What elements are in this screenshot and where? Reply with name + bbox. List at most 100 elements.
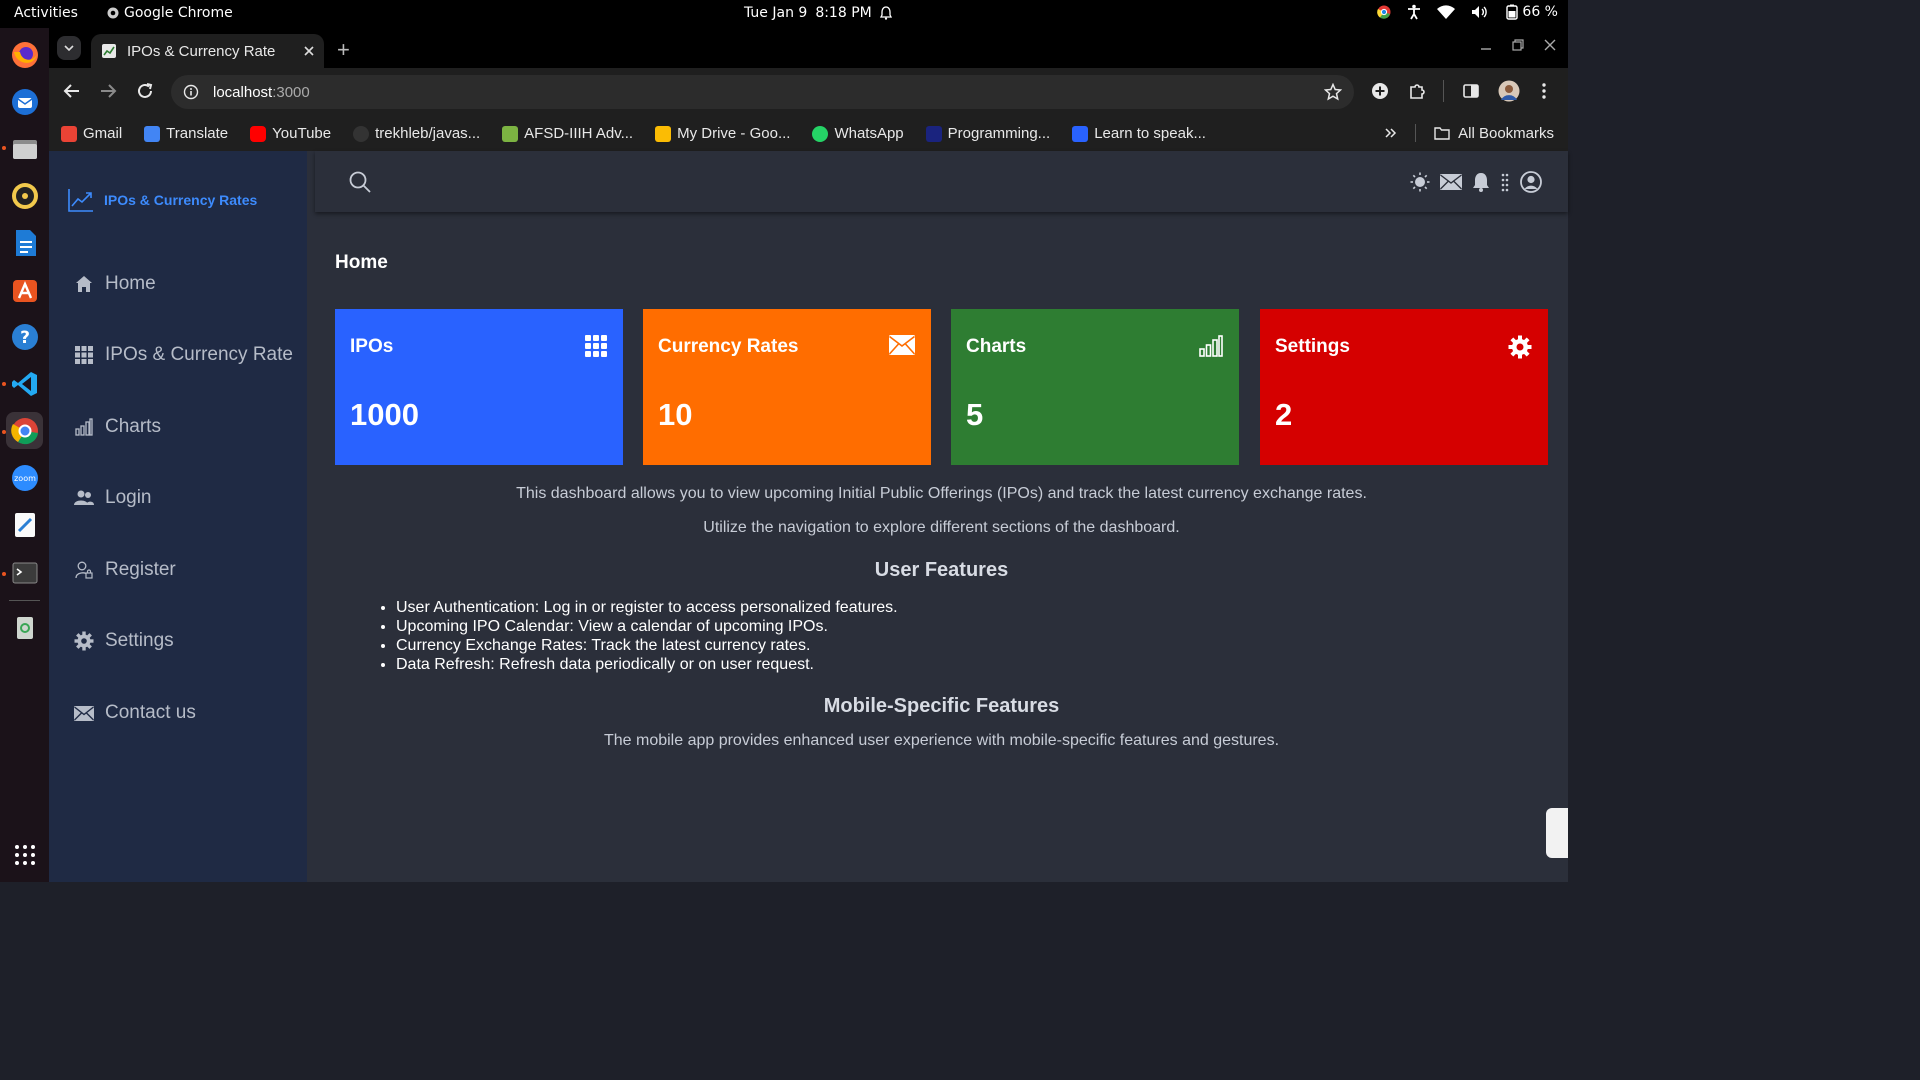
card-currency-rates[interactable]: Currency Rates 10 bbox=[643, 309, 931, 465]
programming-icon bbox=[925, 125, 942, 142]
activities-button[interactable]: Activities bbox=[14, 5, 78, 21]
gear-icon bbox=[1508, 335, 1532, 359]
card-settings[interactable]: Settings 2 bbox=[1260, 309, 1548, 465]
rhythmbox-icon[interactable] bbox=[6, 177, 43, 214]
youtube-icon bbox=[250, 125, 267, 142]
site-info-icon[interactable] bbox=[183, 84, 199, 100]
bar-chart-icon bbox=[74, 417, 94, 437]
tab-active[interactable]: IPOs & Currency Rate bbox=[91, 34, 324, 68]
mobile-features-heading: Mobile-Specific Features bbox=[823, 695, 1060, 717]
github-icon bbox=[353, 125, 370, 142]
chrome-icon[interactable] bbox=[6, 412, 43, 449]
chevron-double-right-icon[interactable] bbox=[1385, 127, 1397, 139]
close-window-icon[interactable] bbox=[1544, 39, 1556, 51]
alarm-icon bbox=[879, 6, 892, 20]
side-drawer-handle[interactable] bbox=[1546, 808, 1568, 858]
bookmarks-overflow[interactable]: All Bookmarks bbox=[1385, 124, 1554, 142]
menu-kebab-icon[interactable] bbox=[1541, 82, 1547, 100]
grid-icon bbox=[74, 345, 94, 365]
mail-icon[interactable] bbox=[1440, 174, 1462, 190]
vscode-icon[interactable] bbox=[6, 365, 43, 402]
brand-link[interactable]: IPOs & Currency Rates bbox=[68, 188, 257, 212]
nav-settings[interactable]: Settings bbox=[74, 630, 174, 652]
writer-icon[interactable] bbox=[6, 224, 43, 261]
bookmark-youtube[interactable]: YouTube bbox=[250, 125, 331, 142]
app-header bbox=[315, 151, 1568, 212]
users-icon bbox=[74, 488, 94, 508]
home-icon bbox=[74, 274, 94, 294]
clock[interactable]: Tue Jan 9 8:18 PM bbox=[744, 5, 892, 21]
nav-login[interactable]: Login bbox=[74, 487, 152, 509]
clock-time: 8:18 PM bbox=[815, 5, 872, 21]
nav-register-label: Register bbox=[105, 559, 176, 580]
url-host: localhost bbox=[213, 83, 273, 101]
trash-icon[interactable] bbox=[6, 608, 43, 645]
volume-icon[interactable] bbox=[1471, 5, 1489, 19]
app-menu[interactable]: Google Chrome bbox=[107, 5, 233, 21]
extension-plus-icon[interactable] bbox=[1371, 82, 1389, 100]
address-bar[interactable]: localhost:3000 bbox=[171, 75, 1354, 109]
zoom-icon[interactable]: zoom bbox=[6, 459, 43, 496]
system-tray[interactable]: 66 % bbox=[1377, 4, 1558, 20]
back-icon[interactable] bbox=[63, 82, 81, 100]
search-icon[interactable] bbox=[349, 171, 371, 193]
battery-percent: 66 % bbox=[1522, 4, 1558, 20]
show-apps-icon[interactable] bbox=[6, 836, 43, 873]
forward-icon[interactable] bbox=[99, 82, 117, 100]
terminal-icon[interactable] bbox=[6, 554, 43, 591]
bookmark-whatsapp[interactable]: WhatsApp bbox=[812, 125, 904, 142]
bookmark-programming[interactable]: Programming... bbox=[925, 125, 1050, 142]
sun-icon[interactable] bbox=[1410, 172, 1430, 192]
chrome-small-icon bbox=[107, 7, 119, 19]
account-circle-icon[interactable] bbox=[1520, 171, 1542, 193]
card-ipos[interactable]: IPOs 1000 bbox=[335, 309, 623, 465]
bookmark-drive[interactable]: My Drive - Goo... bbox=[655, 125, 790, 142]
reload-icon[interactable] bbox=[136, 82, 154, 100]
help-icon[interactable]: ? bbox=[6, 318, 43, 355]
grid-icon bbox=[585, 335, 607, 357]
nav-ipos[interactable]: IPOs & Currency Rate bbox=[74, 344, 293, 366]
extensions-puzzle-icon[interactable] bbox=[1408, 82, 1426, 100]
ubuntu-dock: ? zoom bbox=[0, 28, 49, 882]
bookmark-star-icon[interactable] bbox=[1324, 83, 1342, 101]
bookmark-afsd[interactable]: AFSD-IIIH Adv... bbox=[502, 125, 633, 142]
side-panel-icon[interactable] bbox=[1462, 82, 1480, 100]
close-tab-icon[interactable] bbox=[304, 46, 314, 56]
dots-grid-icon[interactable] bbox=[1500, 172, 1510, 192]
tab-search-button[interactable] bbox=[57, 36, 81, 60]
bookmark-gmail[interactable]: Gmail bbox=[61, 125, 122, 142]
nav-home[interactable]: Home bbox=[74, 273, 156, 295]
brand-title: IPOs & Currency Rates bbox=[104, 192, 258, 208]
bell-icon[interactable] bbox=[1472, 172, 1490, 192]
bookmark-github[interactable]: trekhleb/javas... bbox=[353, 125, 480, 142]
bar-chart-icon bbox=[1199, 335, 1223, 357]
bookmark-translate[interactable]: Translate bbox=[144, 125, 228, 142]
page-title: Home bbox=[335, 252, 388, 273]
card-charts[interactable]: Charts 5 bbox=[951, 309, 1239, 465]
svg-text:?: ? bbox=[20, 328, 30, 348]
new-tab-button[interactable]: + bbox=[337, 37, 350, 63]
list-item: Data Refresh: Refresh data periodically … bbox=[396, 655, 898, 674]
minimize-icon[interactable] bbox=[1480, 39, 1492, 51]
app-center-icon[interactable] bbox=[6, 271, 43, 308]
nav-contact[interactable]: Contact us bbox=[74, 702, 196, 724]
bookmark-learn[interactable]: Learn to speak... bbox=[1072, 125, 1206, 142]
dock-separator bbox=[9, 600, 40, 601]
card-value: 2 bbox=[1275, 397, 1293, 432]
nav-ipos-label: IPOs & Currency Rate bbox=[105, 344, 293, 365]
card-title: IPOs bbox=[350, 336, 394, 357]
firefox-icon[interactable] bbox=[6, 36, 43, 73]
nav-charts[interactable]: Charts bbox=[74, 416, 161, 438]
battery-indicator[interactable]: 66 % bbox=[1505, 4, 1558, 20]
nav-register[interactable]: Register bbox=[74, 559, 176, 581]
chrome-tray-icon[interactable] bbox=[1377, 5, 1391, 19]
text-editor-icon[interactable] bbox=[6, 506, 43, 543]
nav-login-label: Login bbox=[105, 487, 152, 508]
wifi-icon[interactable] bbox=[1437, 5, 1456, 19]
accessibility-icon[interactable] bbox=[1407, 4, 1421, 20]
files-icon[interactable] bbox=[6, 130, 43, 167]
restore-icon[interactable] bbox=[1512, 39, 1524, 51]
whatsapp-icon bbox=[812, 125, 829, 142]
profile-avatar[interactable] bbox=[1498, 80, 1520, 102]
thunderbird-icon[interactable] bbox=[6, 83, 43, 120]
